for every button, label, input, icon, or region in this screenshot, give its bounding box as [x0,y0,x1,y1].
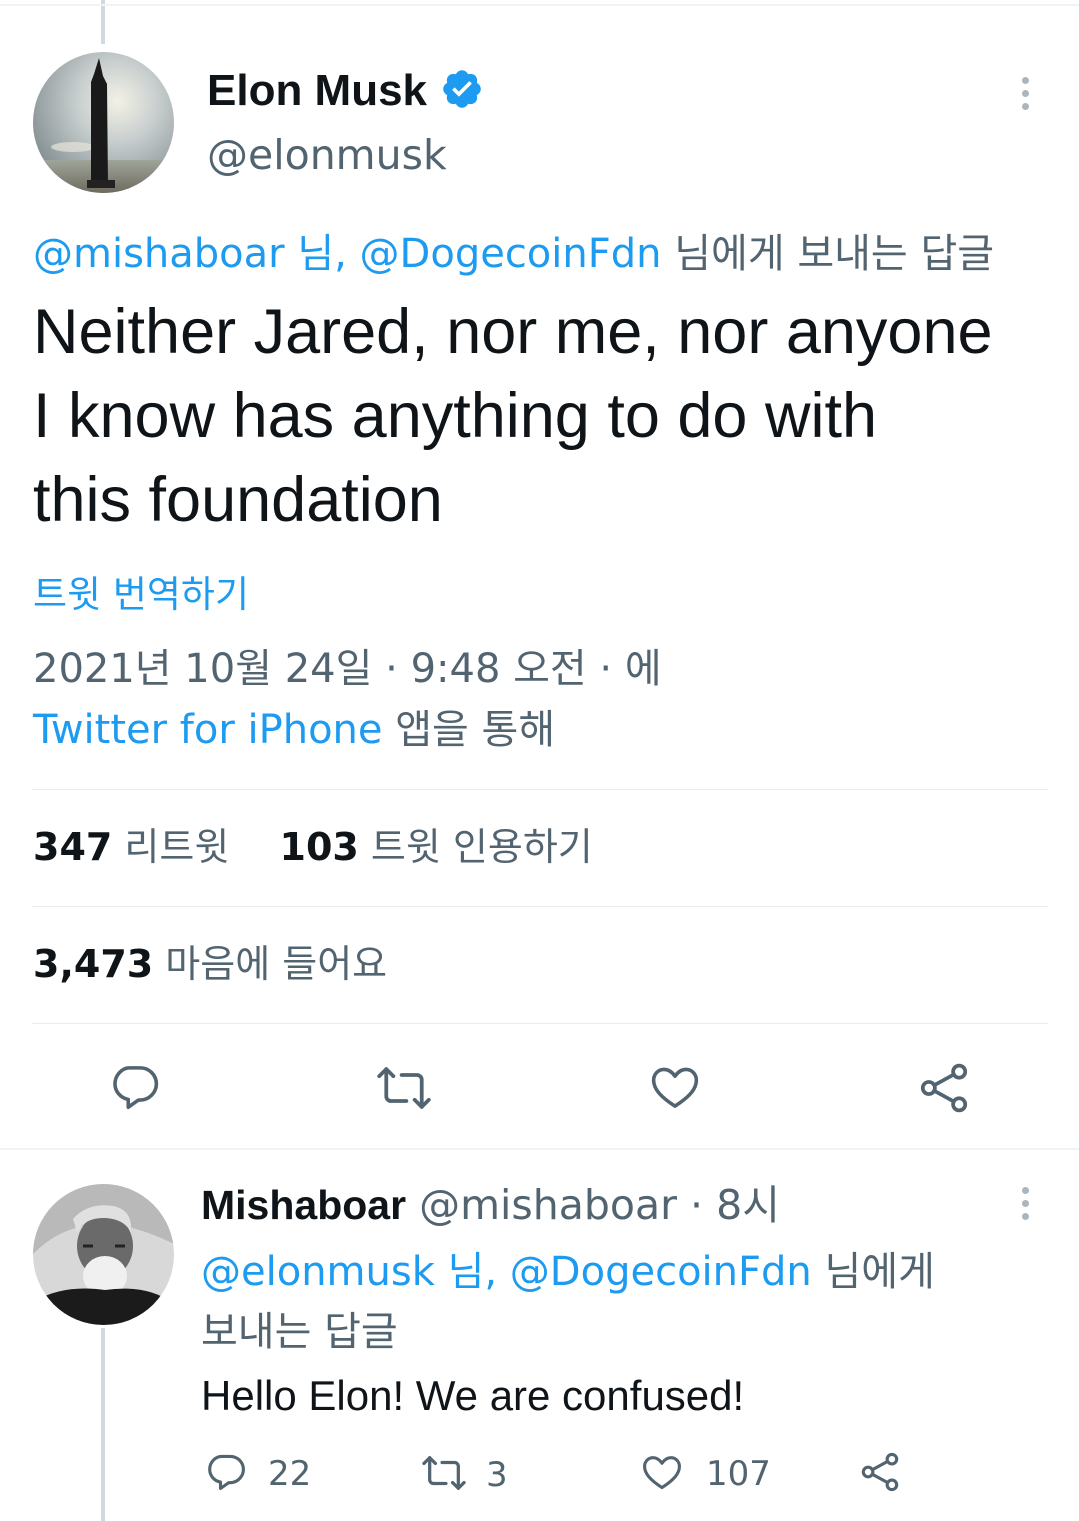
more-icon[interactable] [1022,77,1030,116]
reply-count: 22 [268,1454,312,1494]
tweet-text: Neither Jared, nor me, nor anyone I know… [33,290,993,542]
share-icon[interactable] [916,1060,972,1116]
retweet-icon[interactable] [375,1062,433,1114]
elon-avatar[interactable] [33,52,174,193]
divider [32,1023,1048,1024]
stats-row: 347 리트윗 103 트윗 인용하기 [33,822,593,872]
tweet-text-line: I know has anything to do with [33,381,878,451]
tweet-timestamp[interactable]: 2021년 10월 24일 · 9:48 오전 · 에 [33,643,662,695]
reply-context: @mishaboar 님, @DogecoinFdn 님에게 보내는 답글 [33,228,994,280]
like-count: 107 [706,1454,771,1494]
reply-author-handle[interactable]: @mishaboar [419,1181,677,1229]
tweet-text-line: Neither Jared, nor me, nor anyone [33,297,993,367]
quotes-stat[interactable]: 103 트윗 인용하기 [280,825,593,869]
retweet-icon [420,1452,468,1498]
source-app-link[interactable]: Twitter for iPhone [33,707,383,753]
verified-badge-icon [440,67,484,111]
like-icon[interactable] [648,1060,702,1114]
reply-context-suffix-2b: 보내는 답글 [201,1309,398,1355]
author-handle[interactable]: @elonmusk [207,131,447,179]
tweet-text-line: this foundation [33,465,443,535]
likes-count: 3,473 [33,942,154,986]
reply-mentions-2[interactable]: @elonmusk 님, @DogecoinFdn [201,1249,812,1295]
reply-context-2: @elonmusk 님, @DogecoinFdn 님에게 보내는 답글 [201,1242,935,1362]
source-suffix: 앱을 통해 [395,707,556,753]
reply-action-reply[interactable]: 22 [204,1450,311,1498]
reply-icon[interactable] [108,1060,162,1114]
retweets-count: 347 [33,825,113,869]
tweet-source: Twitter for iPhone 앱을 통해 [33,704,555,756]
reply-author-name[interactable]: Mishaboar [201,1182,406,1228]
reply-text: Hello Elon! We are confused! [201,1372,745,1419]
divider [32,789,1048,790]
likes-stat[interactable]: 3,473 마음에 들어요 [33,939,387,989]
retweets-label: 리트윗 [124,825,230,869]
reply-action-retweet[interactable]: 3 [420,1452,508,1498]
retweet-count: 3 [486,1455,508,1495]
reply-icon [204,1450,248,1498]
divider [32,906,1048,907]
tweet-separator [0,1148,1079,1150]
reply-context-suffix: 님에게 보내는 답글 [674,231,995,277]
like-icon [640,1450,684,1498]
retweets-stat[interactable]: 347 리트윗 [33,825,229,869]
thread-connector [101,1328,105,1521]
thread-connector-top [101,0,105,44]
translate-link[interactable]: 트윗 번역하기 [33,572,249,618]
share-icon[interactable] [858,1450,902,1498]
author-name[interactable]: Elon Musk [207,66,427,116]
reply-mentions[interactable]: @mishaboar 님, @DogecoinFdn [33,231,662,277]
reply-context-suffix-2a: 님에게 [824,1249,935,1295]
mishaboar-avatar[interactable] [33,1184,174,1325]
reply-time[interactable]: · 8시 [690,1181,780,1229]
top-border [0,4,1079,6]
quotes-count: 103 [279,825,359,869]
reply-more-icon[interactable] [1022,1187,1030,1226]
reply-action-like[interactable]: 107 [640,1450,771,1498]
quotes-label: 트윗 인용하기 [370,825,593,869]
reply-header: Mishaboar @mishaboar · 8시 [201,1180,780,1230]
likes-label: 마음에 들어요 [165,942,388,986]
